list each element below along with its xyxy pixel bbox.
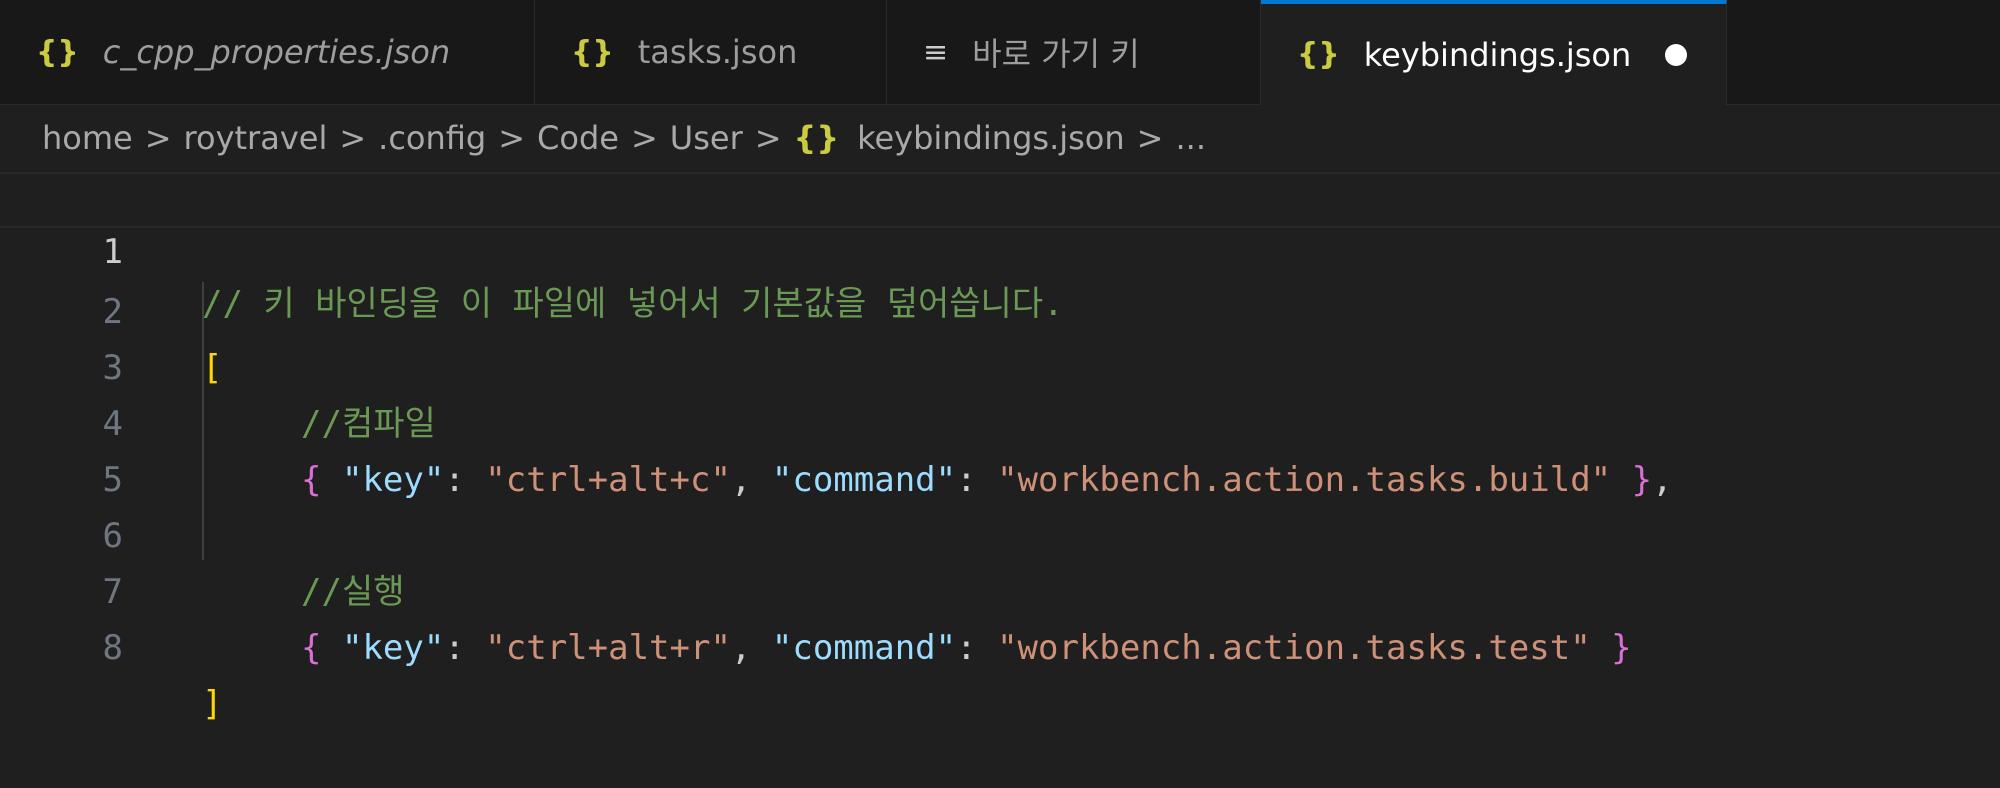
tab-c-cpp-properties[interactable]: {} c_cpp_properties.json	[0, 0, 535, 104]
close-bracket: ]	[202, 684, 223, 724]
code-line[interactable]: 6 //실행	[0, 452, 2000, 612]
tab-keybindings-json[interactable]: {} keybindings.json	[1261, 0, 1727, 105]
open-brace: {	[301, 628, 322, 668]
json-file-icon: {}	[36, 34, 79, 70]
json-file-icon: {}	[571, 34, 614, 70]
breadcrumb-file[interactable]: {} keybindings.json	[794, 119, 1125, 157]
code-editor[interactable]: 1 // 키 바인딩을 이 파일에 넣어서 기본값을 덮어씁니다. 2 [ 3 …	[0, 172, 2000, 724]
breadcrumb-item[interactable]: roytravel	[184, 119, 328, 157]
tab-bar: {} c_cpp_properties.json {} tasks.json ≡…	[0, 0, 2000, 105]
tab-tasks-json[interactable]: {} tasks.json	[535, 0, 887, 104]
tab-label: keybindings.json	[1363, 35, 1632, 74]
keyboard-shortcuts-icon: ≡	[923, 34, 949, 70]
tab-label: tasks.json	[637, 33, 798, 71]
json-key: "key"	[341, 628, 445, 668]
breadcrumb-more[interactable]: ...	[1175, 119, 1206, 157]
tab-label: c_cpp_properties.json	[102, 33, 451, 71]
chevron-right-icon: >	[498, 119, 526, 157]
line-number: 8	[102, 628, 123, 668]
chevron-right-icon: >	[339, 119, 367, 157]
breadcrumb-item[interactable]: Code	[537, 119, 619, 157]
chevron-right-icon: >	[630, 119, 658, 157]
code-line[interactable]: 3 //컴파일	[0, 284, 2000, 444]
chevron-right-icon: >	[754, 119, 782, 157]
colon: :	[444, 628, 486, 668]
code-line[interactable]: 5	[0, 396, 2000, 500]
code-line[interactable]: 7 { "key": "ctrl+alt+r", "command": "wor…	[0, 508, 2000, 668]
code-line[interactable]: 2 [	[0, 228, 2000, 388]
tab-keyboard-shortcuts[interactable]: ≡ 바로 가기 키	[887, 0, 1261, 104]
chevron-right-icon: >	[1136, 119, 1164, 157]
comma: ,	[730, 628, 772, 668]
colon: :	[956, 628, 998, 668]
json-key: "command"	[771, 628, 957, 668]
code-line[interactable]: 8 ]	[0, 564, 2000, 724]
breadcrumb-item[interactable]: User	[670, 119, 743, 157]
breadcrumb-item[interactable]: home	[42, 119, 133, 157]
close-brace: }	[1590, 628, 1632, 668]
breadcrumb-file-label: keybindings.json	[857, 119, 1125, 157]
chevron-right-icon: >	[144, 119, 172, 157]
json-value: "ctrl+alt+r"	[485, 628, 731, 668]
json-value: "workbench.action.tasks.test"	[997, 628, 1591, 668]
breadcrumb-item[interactable]: .config	[378, 119, 486, 157]
tab-label: 바로 가기 키	[972, 35, 1140, 73]
breadcrumb: home > roytravel > .config > Code > User…	[0, 106, 2000, 170]
keybinding-entry: { "key": "ctrl+alt+r", "command": "workb…	[301, 620, 1632, 676]
code-line[interactable]: 4 { "key": "ctrl+alt+c", "command": "wor…	[0, 340, 2000, 500]
json-file-icon: {}	[1297, 37, 1340, 72]
json-file-icon: {}	[793, 119, 840, 157]
code-line[interactable]: 1 // 키 바인딩을 이 파일에 넣어서 기본값을 덮어씁니다.	[0, 172, 2000, 324]
unsaved-dot-icon[interactable]	[1665, 43, 1688, 66]
